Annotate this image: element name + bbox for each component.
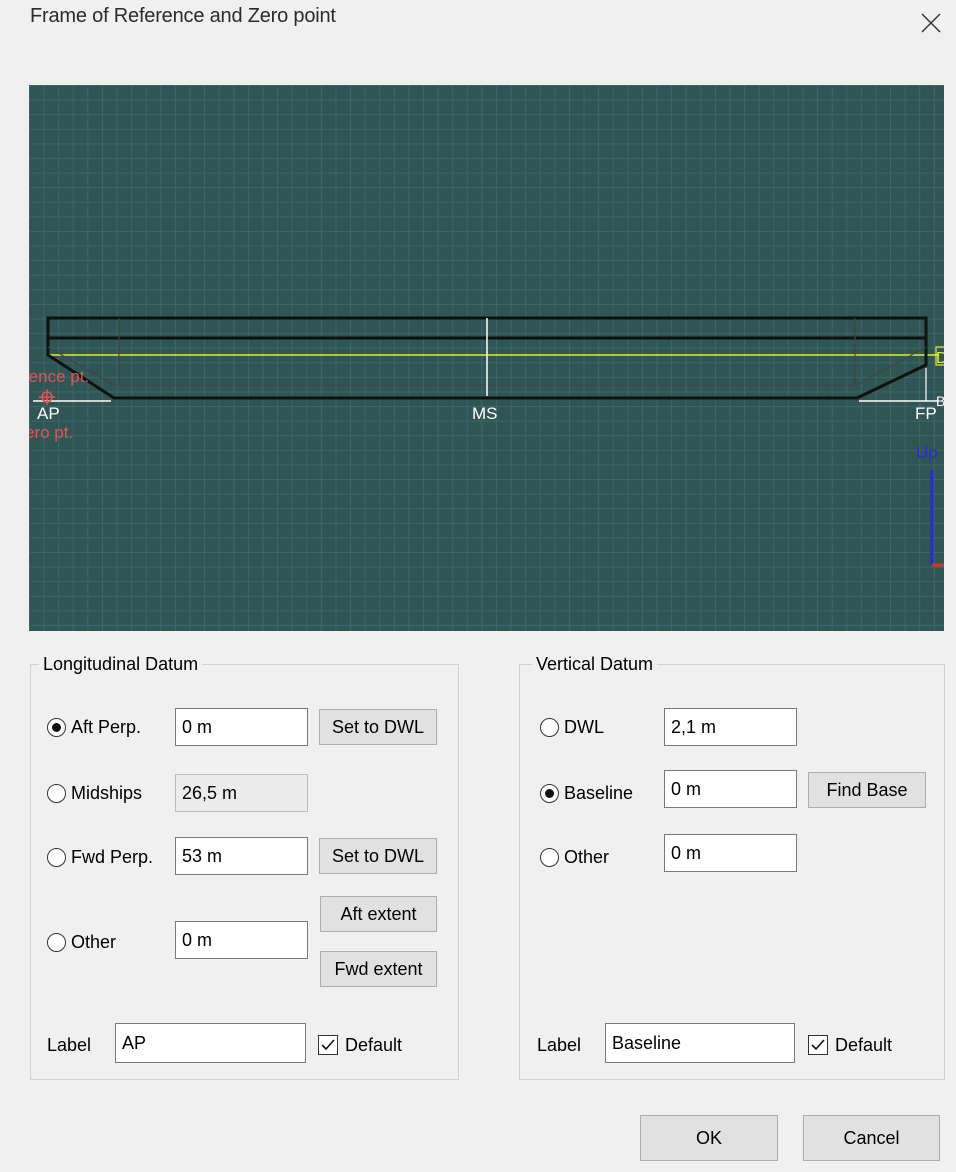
checkmark-icon <box>321 1039 335 1051</box>
aft-set-to-dwl-button[interactable]: Set to DWL <box>319 709 437 745</box>
longitudinal-other-label: Other <box>71 932 117 952</box>
vertical-default-checkbox[interactable] <box>808 1035 828 1055</box>
vertical-other-label: Other <box>564 847 610 867</box>
baseline-radio[interactable] <box>540 784 559 803</box>
midships-radio[interactable] <box>47 784 66 803</box>
midships-label: Midships <box>71 783 143 803</box>
close-icon <box>921 13 941 33</box>
aft-perp-label: Aft Perp. <box>71 717 142 737</box>
fwd-extent-button[interactable]: Fwd extent <box>320 951 437 987</box>
vertical-datum-title: Vertical Datum <box>532 652 658 676</box>
baseline-input[interactable]: 0 m <box>664 770 797 808</box>
aft-perp-radio[interactable] <box>47 718 66 737</box>
title-bar: Frame of Reference and Zero point <box>0 0 956 50</box>
longitudinal-label-input[interactable]: AP <box>115 1023 306 1063</box>
fwd-perp-radio[interactable] <box>47 848 66 867</box>
vertical-other-input[interactable]: 0 m <box>664 834 797 872</box>
zero-point-label: ero pt. <box>29 423 73 442</box>
fwd-set-to-dwl-button[interactable]: Set to DWL <box>319 838 437 874</box>
cancel-button[interactable]: Cancel <box>803 1115 940 1161</box>
hull-profile-drawing: D rence pt. ero pt. AP MS FP B Up <box>29 316 944 567</box>
close-button[interactable] <box>916 8 946 38</box>
window-title: Frame of Reference and Zero point <box>30 5 336 27</box>
aft-extent-button[interactable]: Aft extent <box>320 896 437 932</box>
hull-preview[interactable]: D rence pt. ero pt. AP MS FP B Up <box>29 85 944 631</box>
fwd-perp-input[interactable]: 53 m <box>175 837 308 875</box>
reference-point-label: rence pt. <box>29 367 89 386</box>
reference-point-icon <box>39 389 55 405</box>
fp-extra-label: B <box>936 393 944 409</box>
longitudinal-label-caption: Label <box>47 1035 92 1055</box>
longitudinal-datum-title: Longitudinal Datum <box>39 652 203 676</box>
dwl-input[interactable]: 2,1 m <box>664 708 797 746</box>
dwl-marker-label: D <box>936 350 944 367</box>
vertical-other-radio[interactable] <box>540 848 559 867</box>
aft-perp-input[interactable]: 0 m <box>175 708 308 746</box>
vertical-label-caption: Label <box>537 1035 582 1055</box>
dwl-label: DWL <box>564 717 604 737</box>
ok-button[interactable]: OK <box>640 1115 778 1161</box>
ap-label: AP <box>37 404 60 423</box>
longitudinal-default-label: Default <box>345 1035 403 1055</box>
baseline-label: Baseline <box>564 783 634 803</box>
longitudinal-default-checkbox[interactable] <box>318 1035 338 1055</box>
up-axis-label: Up <box>916 443 938 462</box>
vertical-default-label: Default <box>835 1035 893 1055</box>
longitudinal-other-radio[interactable] <box>47 933 66 952</box>
dwl-radio[interactable] <box>540 718 559 737</box>
checkmark-icon <box>811 1039 825 1051</box>
find-base-button[interactable]: Find Base <box>808 772 926 808</box>
midships-input: 26,5 m <box>175 774 308 812</box>
fwd-perp-label: Fwd Perp. <box>71 847 154 867</box>
vertical-label-input[interactable]: Baseline <box>605 1023 795 1063</box>
fp-label: FP <box>915 404 937 423</box>
ms-label: MS <box>472 404 498 423</box>
longitudinal-other-input[interactable]: 0 m <box>175 921 308 959</box>
